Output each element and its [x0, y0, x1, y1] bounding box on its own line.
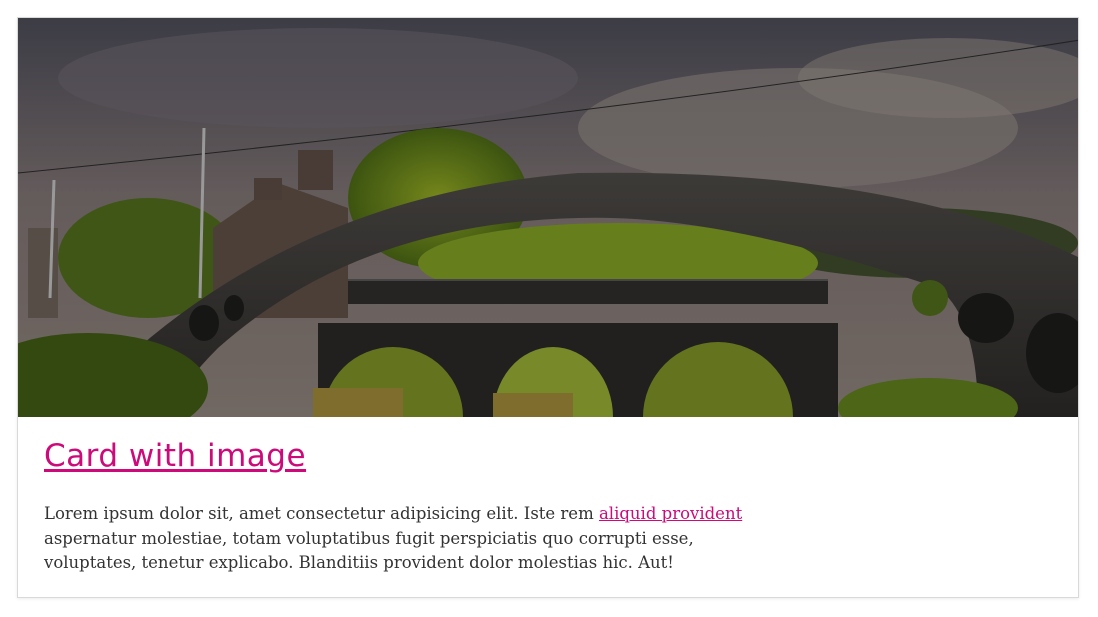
- card-text: Lorem ipsum dolor sit, amet consectetur …: [44, 502, 784, 576]
- card-title: Card with image: [44, 438, 784, 474]
- card-text-after: aspernatur molestiae, totam voluptatibus…: [44, 528, 694, 573]
- card-text-before: Lorem ipsum dolor sit, amet consectetur …: [44, 504, 599, 523]
- card-body: Card with image Lorem ipsum dolor sit, a…: [44, 438, 784, 576]
- inline-link[interactable]: aliquid provident: [599, 504, 742, 523]
- card-title-link[interactable]: Card with image: [44, 438, 306, 474]
- card: Card with image Lorem ipsum dolor sit, a…: [17, 17, 1079, 598]
- card-image: [18, 18, 1078, 417]
